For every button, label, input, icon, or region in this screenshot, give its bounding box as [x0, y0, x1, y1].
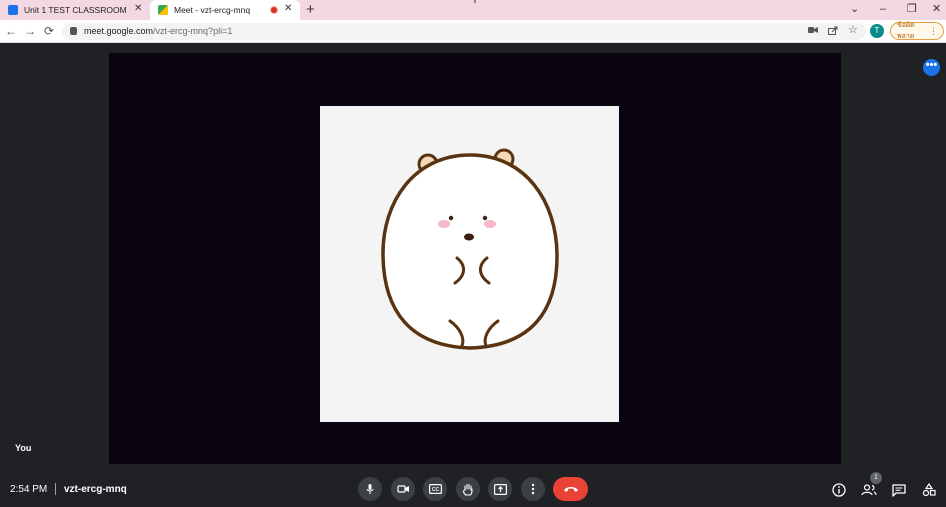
info-icon — [832, 483, 846, 497]
tab-title: Unit 1 TEST CLASSROOM — [24, 5, 127, 15]
tab-meet[interactable]: Meet - vzt-ercg-mnq ✕ — [150, 0, 300, 20]
captions-button[interactable]: CC — [423, 477, 447, 501]
menu-kebab-icon: ⋮ — [929, 25, 938, 36]
tile-more-options-button[interactable]: ••• — [923, 59, 940, 76]
present-button[interactable] — [488, 477, 512, 501]
activities-button[interactable] — [921, 482, 937, 498]
classroom-favicon-icon — [8, 5, 18, 15]
meet-favicon-icon — [158, 5, 168, 15]
browser-update-button[interactable]: ข้อผิดพลาด ⋮ — [890, 22, 944, 40]
captions-icon: CC — [428, 484, 442, 494]
meeting-clock: 2:54 PM — [10, 484, 48, 495]
meet-control-bar: 2:54 PM vzt-ercg-mnq CC 1 — [0, 470, 946, 507]
tab-title: Meet - vzt-ercg-mnq — [174, 5, 251, 15]
self-video-tile[interactable] — [109, 53, 841, 464]
call-end-icon — [563, 487, 578, 492]
camera-in-use-icon[interactable] — [808, 26, 818, 37]
divider — [55, 483, 56, 495]
drag-dot — [474, 0, 476, 3]
restore-button[interactable]: ❐ — [907, 2, 917, 16]
activities-icon — [922, 483, 936, 497]
back-button[interactable]: ← — [5, 23, 17, 39]
svg-text:CC: CC — [431, 487, 439, 493]
meet-stage: You ••• — [0, 44, 946, 507]
profile-avatar[interactable]: T — [870, 24, 884, 38]
chat-button[interactable] — [891, 482, 907, 498]
camera-button[interactable] — [391, 477, 415, 501]
window-close-button[interactable]: ✕ — [932, 2, 941, 16]
mic-icon — [366, 484, 374, 494]
browser-tab-strip: Unit 1 TEST CLASSROOM ✕ Meet - vzt-ercg-… — [0, 0, 946, 20]
browser-toolbar: ← → ⟳ meet.google.com/vzt-ercg-mnq?pli=1… — [0, 20, 946, 43]
self-name-label: You — [15, 443, 32, 453]
tab-close-icon[interactable]: ✕ — [284, 4, 292, 14]
bookmark-star-icon[interactable]: ☆ — [848, 25, 858, 36]
people-button[interactable] — [861, 482, 877, 498]
address-bar[interactable]: meet.google.com/vzt-ercg-mnq?pli=1 ☆ — [62, 23, 866, 40]
bear-illustration — [381, 148, 559, 350]
more-vert-icon — [531, 483, 535, 495]
mic-button[interactable] — [358, 477, 382, 501]
url-text: meet.google.com/vzt-ercg-mnq?pli=1 — [84, 26, 233, 36]
participant-avatar-image — [320, 106, 619, 422]
tab-search-icon[interactable]: ⌄ — [850, 2, 859, 16]
chat-icon — [892, 483, 906, 497]
meeting-details-button[interactable] — [831, 482, 847, 498]
meeting-code: vzt-ercg-mnq — [64, 484, 127, 495]
forward-button[interactable]: → — [24, 23, 36, 39]
tab-classroom[interactable]: Unit 1 TEST CLASSROOM ✕ — [0, 0, 150, 20]
new-tab-button[interactable]: + — [306, 1, 315, 19]
people-icon — [861, 484, 877, 496]
tab-close-icon[interactable]: ✕ — [134, 4, 142, 14]
share-icon[interactable] — [828, 26, 838, 38]
raise-hand-icon — [463, 483, 473, 496]
more-options-button[interactable] — [521, 477, 545, 501]
recording-indicator-icon — [270, 6, 278, 14]
minimize-button[interactable]: – — [880, 2, 886, 16]
reload-button[interactable]: ⟳ — [44, 23, 54, 39]
present-icon — [493, 483, 507, 495]
camera-icon — [396, 485, 409, 493]
raise-hand-button[interactable] — [456, 477, 480, 501]
leave-call-button[interactable] — [553, 477, 588, 501]
lock-icon — [70, 27, 77, 35]
update-button-label: ข้อผิดพลาด — [897, 22, 915, 40]
